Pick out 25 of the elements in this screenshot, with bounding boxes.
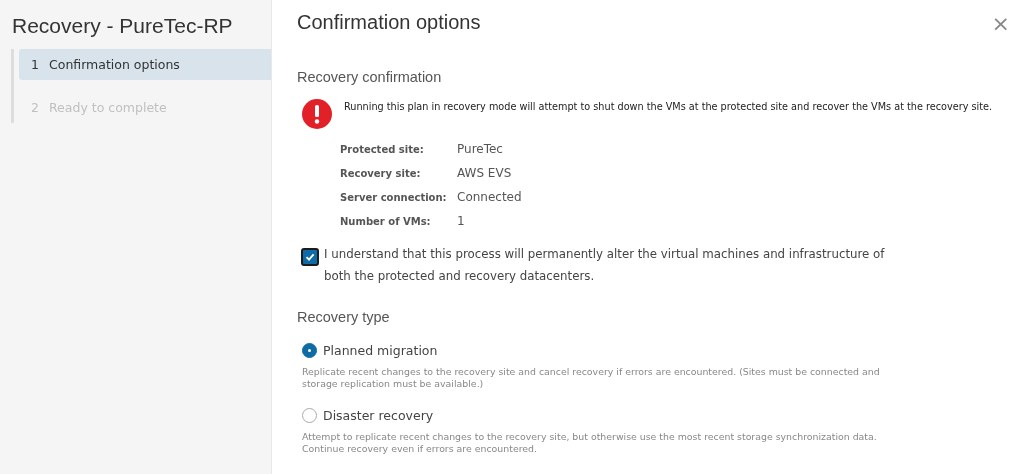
close-button[interactable]: × <box>987 12 1014 36</box>
detail-value: PureTec <box>457 142 504 157</box>
warning-message: Running this plan in recovery mode will attempt to shut down the VMs at the protected site and recover the VMs at the recovery site. <box>344 101 993 112</box>
checkbox-label: I understand that this process will permanently alter the virtual machines and infrastructure of both the protected and recovery datacenters. <box>324 246 886 285</box>
option-description: Replicate recent changes to the recovery site and cancel recovery if errors are encountered. (Sites must be connected and storage replication must be available.) <box>302 366 881 390</box>
radio-label: Disaster recovery <box>323 408 434 423</box>
detail-label: Number of VMs: <box>340 215 432 229</box>
detail-label: Server connection: <box>340 191 448 205</box>
detail-value: Connected <box>457 190 523 205</box>
section-heading: Recovery type <box>297 309 391 325</box>
wizard-step[interactable]: 1 Confirmation options <box>19 49 271 80</box>
page-title: Confirmation options <box>297 10 481 34</box>
wizard-title: Recovery - PureTec-RP <box>11 13 234 39</box>
section-heading: Recovery confirmation <box>297 69 443 85</box>
check-icon <box>304 251 316 263</box>
radio-button[interactable] <box>302 343 317 358</box>
option-description: Attempt to replicate recent changes to the recovery site, but otherwise use the most recent storage synchronization data. Continue recovery even if errors are encountered. <box>302 431 878 455</box>
radio-button[interactable] <box>302 408 317 423</box>
detail-label: Recovery site: <box>340 167 422 181</box>
checkbox[interactable] <box>301 248 319 266</box>
detail-label: Protected site: <box>340 143 425 157</box>
detail-value: AWS EVS <box>457 166 513 181</box>
detail-value: 1 <box>457 214 466 229</box>
radio-label: Planned migration <box>323 343 438 358</box>
error-icon <box>302 99 332 129</box>
